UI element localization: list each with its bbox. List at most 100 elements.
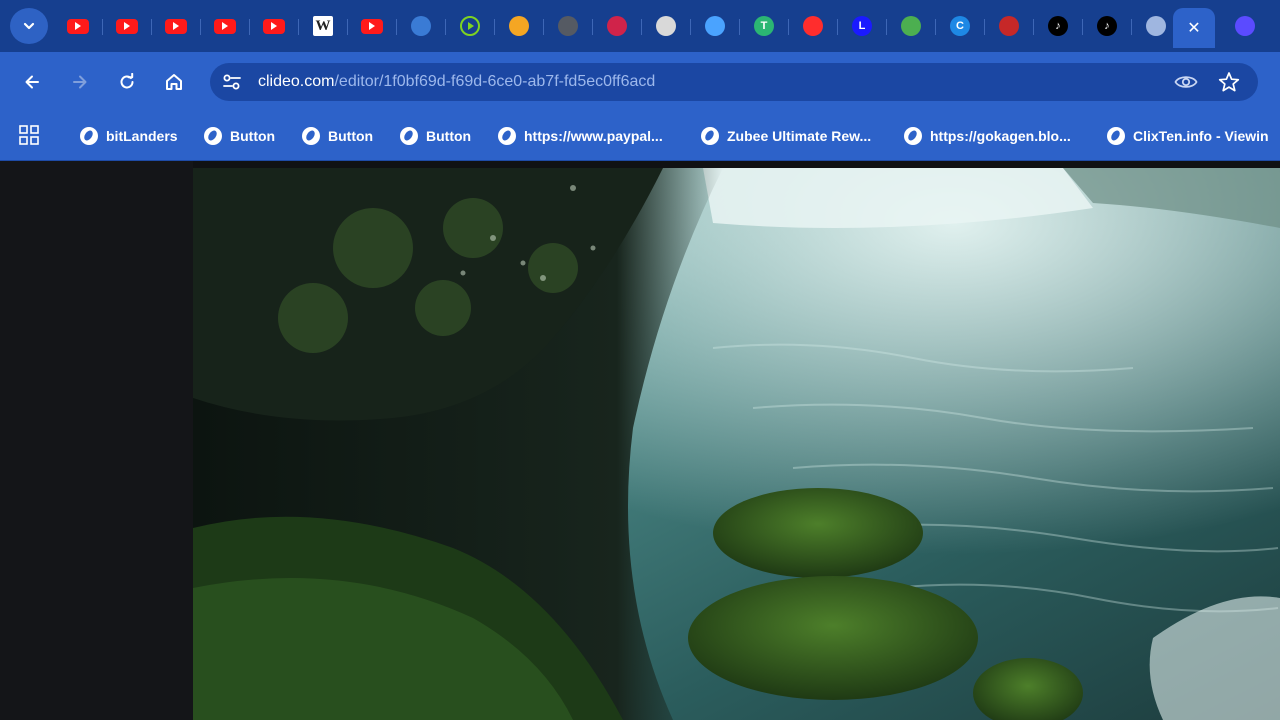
tab[interactable] [641,10,681,42]
tab[interactable] [347,10,387,42]
tiktok-icon: ♪ [1048,16,1068,36]
video-preview[interactable] [193,168,1280,720]
tab[interactable]: ♪ [1082,10,1122,42]
tab-separator [494,19,495,35]
tab-separator [543,19,544,35]
tab-separator [935,19,936,35]
tab[interactable] [151,10,191,42]
tab[interactable]: W [298,10,338,42]
play-icon [460,16,480,36]
site-icon [803,16,823,36]
tab-separator [298,19,299,35]
tab[interactable] [494,10,534,42]
youtube-icon [263,18,285,34]
tab-separator [200,19,201,35]
tab[interactable] [592,10,632,42]
tab-search-button[interactable] [10,8,48,44]
bookmark-item[interactable]: ClixTen.info - Viewin [1107,124,1276,148]
home-icon [166,74,182,90]
youtube-icon [165,18,187,34]
tab[interactable] [543,10,583,42]
tab-separator [1033,19,1034,35]
site-icon: T [754,16,774,36]
close-tab-button[interactable]: ✕ [1187,18,1200,38]
arrow-left-icon [25,75,39,89]
site-icon: C [950,16,970,36]
tab-separator [249,19,250,35]
bookmarks-bar: bitLanders Button Button Button https://www.… [0,112,1280,161]
waterfall-video-frame [193,168,1280,720]
tab[interactable] [396,10,436,42]
globe-icon [498,127,516,145]
reload-button[interactable] [110,65,144,99]
globe-icon [1107,127,1125,145]
globe-icon [302,127,320,145]
apps-grid-icon[interactable] [19,125,39,145]
bookmark-star-icon[interactable] [1218,71,1240,93]
youtube-icon [214,18,236,34]
bookmark-label: Button [328,128,374,144]
tab[interactable] [445,10,485,42]
tab-separator [1131,19,1132,35]
globe-icon [400,127,418,145]
arrow-right-icon [73,75,87,89]
bookmark-item[interactable]: bitLanders [80,124,178,148]
site-icon [705,16,725,36]
tab[interactable] [249,10,289,42]
tab[interactable] [63,10,93,42]
site-icon [411,16,431,36]
globe-icon [701,127,719,145]
url-host: clideo.com [258,73,335,90]
youtube-icon [116,18,138,34]
bookmark-item[interactable]: Zubee Ultimate Rew... [701,124,871,148]
site-icon [1235,16,1255,36]
bookmark-label: bitLanders [106,128,178,144]
address-bar[interactable]: clideo.com/editor/1f0bf69d-f69d-6ce0-ab7… [210,63,1258,101]
tab[interactable] [200,10,240,42]
site-icon [901,16,921,36]
tab-separator [102,19,103,35]
reload-icon [120,73,134,89]
tab-separator [396,19,397,35]
bookmark-item[interactable]: https://gokagen.blo... [904,124,1071,148]
globe-icon [904,127,922,145]
home-button[interactable] [157,65,191,99]
tab-separator [886,19,887,35]
tab-separator [984,19,985,35]
tab[interactable] [690,10,730,42]
tab[interactable]: L [837,10,877,42]
bookmark-label: Button [426,128,472,144]
site-icon [1146,16,1166,36]
page-content [0,161,1280,720]
site-icon [509,16,529,36]
url-text[interactable]: clideo.com/editor/1f0bf69d-f69d-6ce0-ab7… [258,73,655,91]
site-settings-icon[interactable] [222,73,242,91]
tab-separator [739,19,740,35]
tab-separator [445,19,446,35]
bookmark-item[interactable]: Button [400,124,471,148]
site-icon [999,16,1019,36]
bookmark-label: https://gokagen.blo... [930,128,1071,144]
tab-separator [1082,19,1083,35]
tab-separator [641,19,642,35]
eye-icon[interactable] [1174,72,1198,92]
site-icon: L [852,16,872,36]
tab[interactable] [984,10,1024,42]
tab[interactable] [788,10,828,42]
tab[interactable] [886,10,926,42]
tab-separator [788,19,789,35]
site-icon [607,16,627,36]
bookmark-item[interactable]: Button [302,124,373,148]
tab[interactable] [102,10,142,42]
tab[interactable]: C [935,10,975,42]
active-tab[interactable]: ✕ [1173,8,1215,48]
tab[interactable]: ♪ [1033,10,1073,42]
tab[interactable] [1230,10,1260,42]
bookmark-item[interactable]: https://www.paypal... [498,124,663,148]
bookmark-item[interactable]: Button [204,124,275,148]
tab[interactable]: T [739,10,779,42]
tab[interactable] [1131,10,1171,42]
forward-button[interactable] [63,65,97,99]
bookmark-label: ClixTen.info - Viewin [1133,128,1269,144]
back-button[interactable] [15,65,49,99]
